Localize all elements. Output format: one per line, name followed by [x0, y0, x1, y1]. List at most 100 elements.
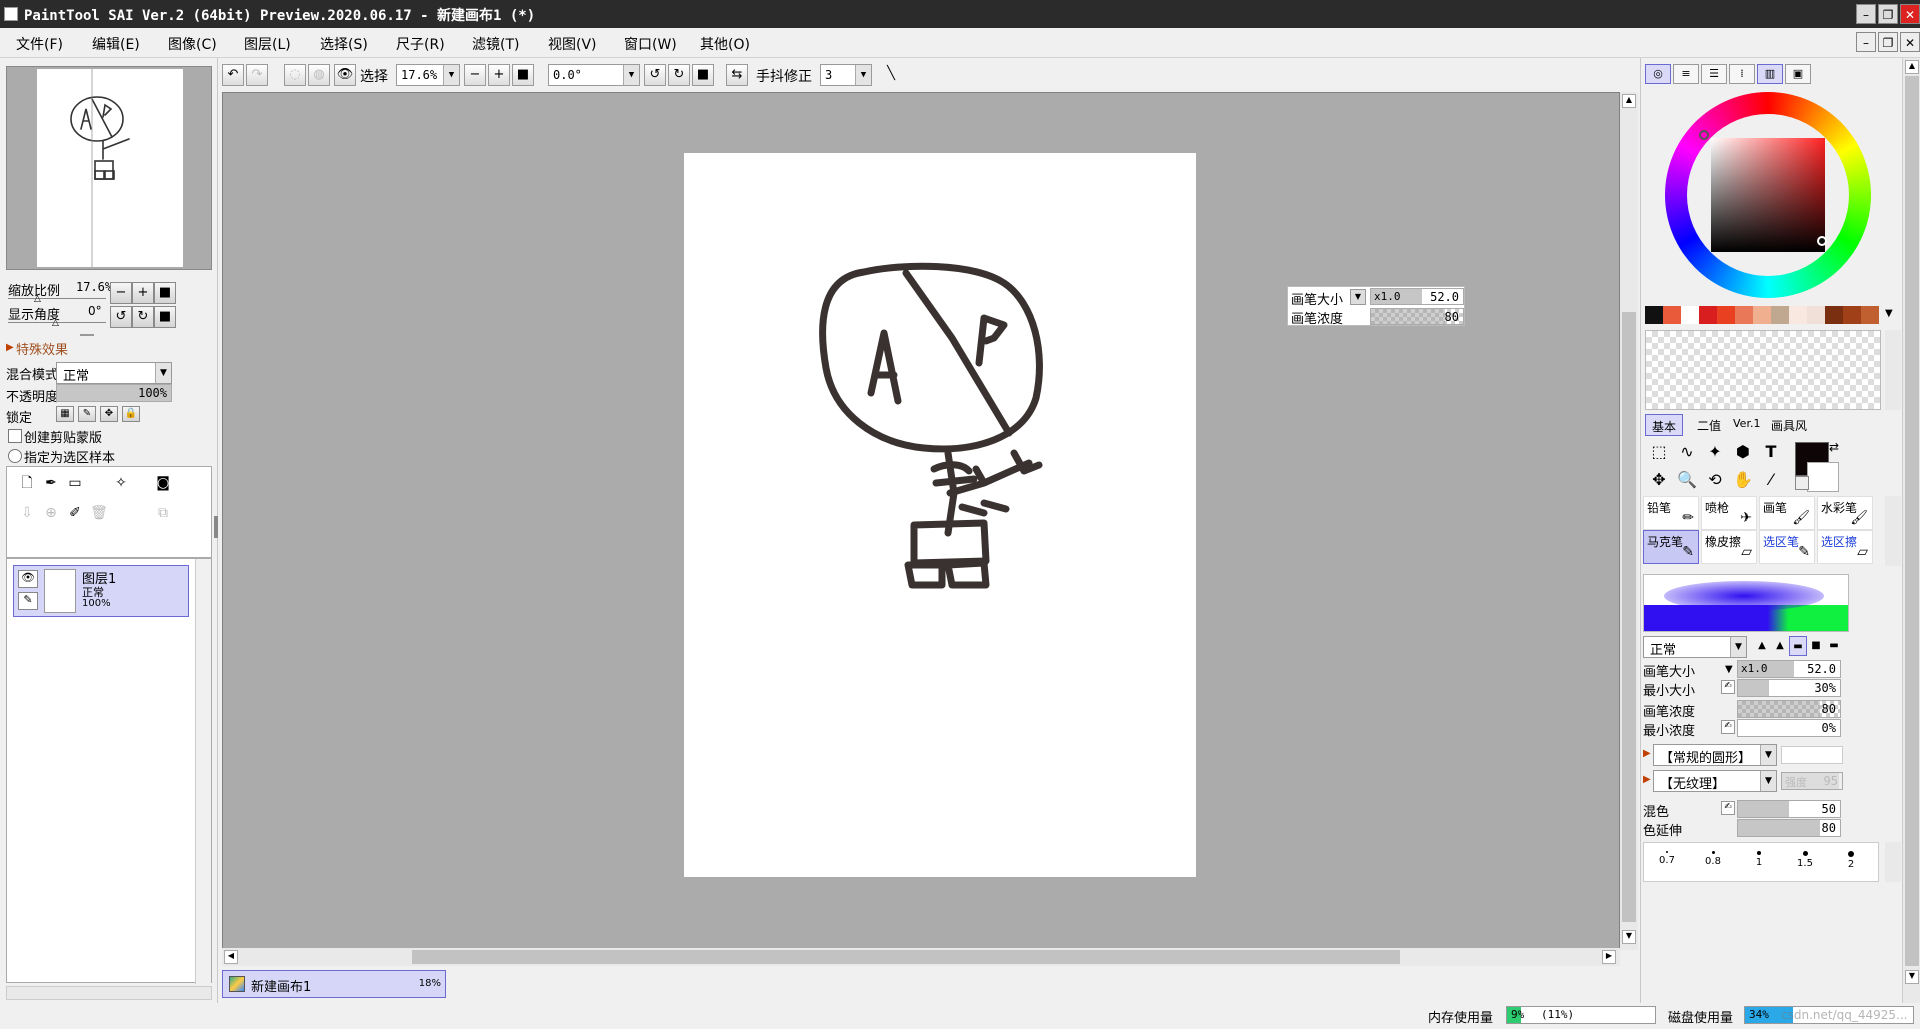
vscroll-thumb[interactable] [1622, 312, 1636, 922]
rotate-reset-button[interactable]: ■ [154, 306, 176, 328]
document-tab[interactable]: 新建画布1 18% [222, 970, 446, 998]
color-swatch[interactable] [1717, 306, 1735, 324]
left-panel-splitter[interactable] [214, 516, 218, 538]
brush-tool-marker[interactable]: 马克笔 ✎ [1643, 530, 1699, 564]
toolbar-rotate-right-button[interactable]: ↻ [668, 64, 690, 86]
menu-other[interactable]: 其他(O) [700, 34, 750, 54]
brush-texture-select[interactable]: 【无纹理】 ▼ [1653, 770, 1777, 792]
hsv-slider-tab-icon[interactable]: ☰ [1701, 64, 1727, 84]
color-swatch[interactable] [1681, 306, 1699, 324]
invert-selection-button[interactable]: ◍ [308, 64, 330, 86]
swatch-dropdown-icon[interactable]: ▼ [1885, 308, 1893, 319]
doc-restore-button[interactable]: ❐ [1878, 32, 1898, 52]
menu-file[interactable]: 文件(F) [16, 34, 63, 54]
brush-tool-eraser[interactable]: 橡皮擦 ▱ [1701, 530, 1757, 564]
transparent-color-icon[interactable] [1795, 476, 1809, 490]
tab-basic[interactable]: 基本 [1645, 414, 1684, 436]
brush-grid-scrollbar[interactable] [1885, 496, 1901, 566]
lock-paint-icon[interactable]: ✎ [78, 406, 96, 422]
layer-list-scrollbar[interactable] [195, 559, 211, 984]
merge-visible-icon[interactable]: ⧉ [149, 499, 177, 527]
color-swatch[interactable] [1861, 306, 1879, 324]
brush-tool-selection-eraser[interactable]: 选区擦 ▱ [1817, 530, 1873, 564]
layer-mask-icon[interactable]: ◙ [149, 469, 177, 497]
menu-image[interactable]: 图像(C) [168, 34, 217, 54]
swap-colors-icon[interactable]: ⇄ [1829, 440, 1839, 454]
scroll-down-icon[interactable]: ▼ [1622, 930, 1636, 944]
clip-mask-checkbox[interactable] [8, 429, 22, 443]
min-size-slider[interactable]: 30% [1737, 679, 1841, 697]
toolbar-zoom-reset-button[interactable]: ■ [512, 64, 534, 86]
brush-tool-watercolor[interactable]: 水彩笔 🖌 [1817, 496, 1873, 530]
blend-slider[interactable]: 50 [1737, 800, 1841, 818]
canvas-vscrollbar[interactable]: ▲ ▼ [1620, 92, 1638, 950]
toolbar-zoom-out-button[interactable]: − [464, 64, 486, 86]
menu-ruler[interactable]: 尺子(R) [396, 34, 445, 54]
texture-expand-icon[interactable]: ▶ [1643, 774, 1651, 785]
popup-size-slider[interactable]: x1.0 52.0 [1370, 288, 1464, 305]
undo-button[interactable]: ↶ [222, 64, 244, 86]
layer-list-hscrollbar[interactable] [6, 986, 212, 1000]
color-swatch[interactable] [1807, 306, 1825, 324]
layer-effects-icon[interactable]: ✧ [107, 469, 135, 497]
show-selection-eye-icon[interactable]: 👁 [334, 64, 356, 86]
menu-edit[interactable]: 编辑(E) [92, 34, 140, 54]
wide-tip-icon[interactable]: ▬ [1825, 636, 1843, 656]
brush-tool-pencil[interactable]: 铅笔 ✏ [1643, 496, 1699, 530]
zoom-in-button[interactable]: + [132, 282, 154, 304]
menu-filter[interactable]: 滤镜(T) [472, 34, 519, 54]
scratchpad-tab-icon[interactable]: ▣ [1785, 64, 1811, 84]
hue-handle[interactable] [1699, 130, 1709, 140]
size-preset[interactable]: 2 [1828, 843, 1874, 881]
round-tip-icon[interactable]: ▲ [1771, 636, 1789, 656]
effects-label[interactable]: 特殊效果 [16, 339, 68, 358]
popup-density-slider[interactable]: 80 [1370, 308, 1464, 325]
flip-horizontal-button[interactable]: ⇆ [726, 64, 748, 86]
flat-tip-icon[interactable]: ▬ [1789, 636, 1807, 656]
canvas-paper[interactable] [684, 153, 1196, 877]
brush-tool-selection-pen[interactable]: 选区笔 ✎ [1759, 530, 1815, 564]
selection-source-radio[interactable] [8, 449, 22, 463]
scratchpad-area[interactable] [1645, 330, 1881, 410]
color-swatch[interactable] [1753, 306, 1771, 324]
color-wheel[interactable] [1665, 92, 1871, 298]
color-swatch[interactable] [1843, 306, 1861, 324]
texture-strength-slider[interactable]: 强度 95 [1781, 772, 1843, 790]
opacity-slider[interactable]: 100% [56, 384, 172, 402]
close-button[interactable]: ✕ [1900, 4, 1920, 24]
pressure-density-icon[interactable]: ✍ [1721, 720, 1735, 734]
pressure-blend-icon[interactable]: ✍ [1721, 801, 1735, 815]
color-swatch[interactable] [1699, 306, 1717, 324]
eye-icon[interactable]: 👁 [18, 570, 38, 588]
rotate-left-button[interactable]: ↺ [110, 306, 132, 328]
text-tool-icon[interactable]: T [1757, 438, 1785, 466]
stabilizer-select[interactable]: 3 ▼ [820, 64, 872, 86]
size-preset[interactable]: 0.8 [1690, 843, 1736, 881]
brush-tool-brush[interactable]: 画笔 🖌 [1759, 496, 1815, 530]
square-tip-icon[interactable]: ■ [1807, 636, 1825, 656]
hand-tool-icon[interactable]: ✋ [1729, 466, 1757, 494]
color-swatch[interactable] [1645, 306, 1663, 324]
size-preset[interactable]: 1.5 [1782, 843, 1828, 881]
pencil-icon[interactable]: ✎ [18, 592, 38, 610]
palette-list-tab-icon[interactable]: ⁞ [1729, 64, 1755, 84]
chevron-down-icon[interactable]: ▼ [1350, 289, 1366, 305]
zoom-select[interactable]: 17.6% ▼ [396, 64, 460, 86]
color-swatch[interactable] [1789, 306, 1807, 324]
lasso-icon[interactable]: ∿ [1673, 438, 1701, 466]
menu-layer[interactable]: 图层(L) [244, 34, 291, 54]
size-preset[interactable]: 0.7 [1644, 843, 1690, 881]
rect-select-icon[interactable]: ⬚ [1645, 438, 1673, 466]
rotate-right-button[interactable]: ↻ [132, 306, 154, 328]
secondary-color-swatch[interactable] [1807, 462, 1839, 492]
tab-ver1[interactable]: Ver.1 [1727, 414, 1766, 436]
toolbar-zoom-in-button[interactable]: + [488, 64, 510, 86]
tab-paint-style[interactable]: 画具风 [1765, 414, 1813, 436]
min-density-slider[interactable]: 0% [1737, 719, 1841, 737]
brush-tool-airbrush[interactable]: 喷枪 ✈ [1701, 496, 1757, 530]
scroll-up-icon[interactable]: ▲ [1622, 94, 1636, 108]
deselect-button[interactable]: ◌ [284, 64, 306, 86]
hscroll-thumb[interactable] [412, 950, 1400, 964]
zoom-slider-track[interactable] [8, 298, 106, 299]
scroll-right-icon[interactable]: ▶ [1602, 950, 1616, 964]
